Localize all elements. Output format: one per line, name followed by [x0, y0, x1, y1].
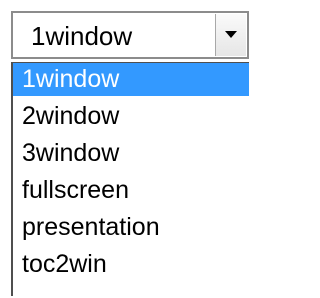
option-2window[interactable]: 2window — [13, 100, 249, 133]
page: 1window 1window 2window 3window fullscre… — [0, 0, 253, 298]
dropdown-button[interactable] — [215, 14, 246, 56]
option-3window[interactable]: 3window — [13, 137, 249, 170]
option-presentation[interactable]: presentation — [13, 211, 249, 244]
window-mode-select[interactable]: 1window — [11, 11, 249, 59]
chevron-down-icon — [225, 31, 237, 38]
options-listbox[interactable]: 1window 2window 3window fullscreen prese… — [11, 62, 249, 296]
option-toc2win[interactable]: toc2win — [13, 248, 249, 281]
option-1window[interactable]: 1window — [13, 63, 249, 96]
select-current-value: 1window — [31, 21, 133, 51]
option-fullscreen[interactable]: fullscreen — [13, 174, 249, 207]
